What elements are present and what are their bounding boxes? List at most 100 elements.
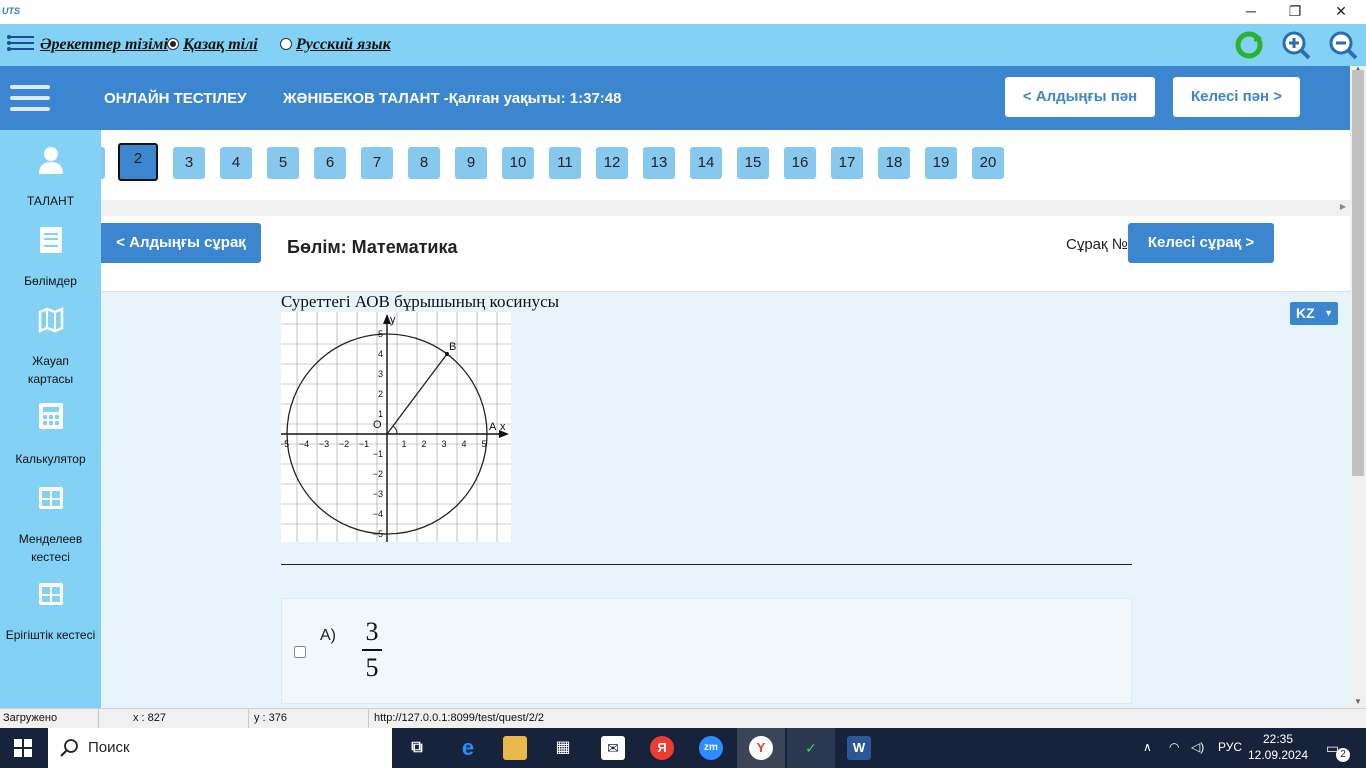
sidebar-item-answer-map[interactable]: Жауап картасы (0, 306, 101, 388)
answer-option-a[interactable]: A) 3 5 (281, 598, 1132, 704)
question-button[interactable]: 12 (596, 147, 628, 179)
close-button[interactable]: ✕ (1318, 0, 1364, 22)
question-button[interactable]: 9 (455, 147, 487, 179)
volume-icon[interactable]: ◁) (1191, 740, 1204, 754)
sidebar-item-label: Жауап картасы (27, 354, 74, 386)
sidebar-item-sections[interactable]: Бөлімдер (0, 226, 101, 290)
question-button[interactable]: 15 (737, 147, 769, 179)
sidebar-item-user[interactable]: ТАЛАНТ (0, 146, 101, 210)
status-separator (98, 709, 99, 729)
sidebar-item-calculator[interactable]: Калькулятор (0, 402, 101, 468)
next-subject-button[interactable]: Келесі пән > (1173, 77, 1300, 117)
search-label: Поиск (88, 739, 130, 756)
question-button[interactable]: 13 (643, 147, 675, 179)
x-tick-label: 2 (421, 439, 426, 449)
chevron-down-icon: ▼ (1324, 308, 1333, 318)
lang-kz-label[interactable]: Қазақ тілі (183, 36, 258, 54)
test-app-icon[interactable]: ✓ (799, 736, 823, 760)
status-url: http://127.0.0.1:8099/test/quest/2/2 (374, 712, 545, 724)
minimize-button[interactable]: ─ (1228, 0, 1274, 22)
y-tick-label: 5 (378, 329, 383, 339)
zoom-icon[interactable]: zm (699, 736, 723, 760)
question-button[interactable]: 14 (690, 147, 722, 179)
zoom-in-icon[interactable] (1281, 30, 1311, 60)
x-tick-label: 1 (401, 439, 406, 449)
yandex-icon[interactable]: Я (650, 736, 674, 760)
vertical-scrollbar[interactable]: ▲ ▼ (1350, 64, 1366, 708)
list-icon[interactable] (7, 35, 34, 54)
x-tick-label: −5 (281, 439, 289, 449)
sidebar-item-mendeleev[interactable]: Менделеев кестесі (0, 484, 101, 566)
task-view-icon[interactable]: ⧉ (405, 736, 429, 760)
fraction-numerator: 3 (365, 617, 379, 646)
question-content: Суреттегі АОВ бұрышының косинусы −5 −4 −3−… (101, 292, 1350, 708)
question-button[interactable]: 10 (502, 147, 534, 179)
language-select-value: KZ (1296, 305, 1315, 321)
status-separator (368, 709, 369, 729)
prev-question-button[interactable]: < Алдыңғы сұрақ (101, 223, 261, 263)
chevron-up-icon[interactable]: ∧ (1143, 740, 1152, 754)
prev-subject-button[interactable]: < Алдыңғы пән (1005, 77, 1155, 117)
lang-ru-radio[interactable] (280, 38, 292, 50)
scrollbar-thumb[interactable] (1352, 70, 1364, 476)
horizontal-scrollbar[interactable]: ▶ (101, 200, 1350, 216)
lang-kz-radio[interactable] (167, 38, 179, 50)
store-icon[interactable]: ▦ (551, 736, 575, 760)
hamburger-icon[interactable] (10, 85, 50, 111)
restore-button[interactable]: ❐ (1272, 0, 1318, 22)
answer-fraction: 3 5 (362, 617, 382, 683)
book-icon (38, 226, 64, 254)
map-icon (38, 306, 64, 334)
question-button[interactable]: 16 (784, 147, 816, 179)
question-button-current[interactable]: 2 (118, 143, 158, 181)
question-button[interactable]: 20 (972, 147, 1004, 179)
refresh-icon[interactable] (1234, 30, 1264, 60)
scroll-down-icon[interactable]: ▼ (1354, 697, 1362, 706)
question-button-1[interactable] (101, 147, 105, 179)
word-icon[interactable]: W (847, 736, 871, 760)
scroll-right-icon[interactable]: ▶ (1340, 202, 1346, 211)
zoom-out-icon[interactable] (1328, 30, 1358, 60)
y-tick-label: −5 (373, 529, 383, 539)
lang-ru-label[interactable]: Русский язык (296, 36, 391, 54)
windows-start-icon[interactable] (14, 739, 32, 757)
mail-icon[interactable]: ✉ (601, 736, 625, 760)
sidebar-item-solubility[interactable]: Ерігіштік кестесі (0, 580, 101, 644)
question-button[interactable]: 7 (361, 147, 393, 179)
question-button[interactable]: 8 (408, 147, 440, 179)
next-question-button[interactable]: Келесі сұрақ > (1128, 223, 1274, 263)
actions-list-link[interactable]: Әрекеттер тізімі (40, 36, 168, 54)
language-select[interactable]: KZ ▼ (1290, 302, 1338, 325)
point-a-label: A (489, 421, 497, 433)
yandex-browser-icon[interactable]: Y (749, 736, 773, 760)
network-icon[interactable]: ◠ (1169, 740, 1179, 754)
question-button[interactable]: 18 (878, 147, 910, 179)
notification-count: 2 (1336, 748, 1350, 762)
y-tick-label: −4 (373, 509, 383, 519)
question-button[interactable]: 5 (267, 147, 299, 179)
fraction-bar (362, 649, 382, 651)
question-button[interactable]: 3 (173, 147, 205, 179)
status-bar: Загружено x : 827 y : 376 http://127.0.0… (0, 708, 1366, 729)
taskbar-clock[interactable]: 22:35 12.09.2024 (1248, 731, 1308, 763)
x-tick-label: −3 (319, 439, 329, 449)
question-button[interactable]: 11 (549, 147, 581, 179)
sidebar-item-label: ТАЛАНТ (26, 194, 75, 208)
divider (281, 564, 1132, 565)
app-header: ОНЛАЙН ТЕСТІЛЕУ ЖӘНІБЕКОВ ТАЛАНТ -Қалған… (0, 66, 1350, 130)
toolbar: Әрекеттер тізімі Қазақ тілі Русский язык (0, 24, 1366, 66)
x-tick-label: −4 (299, 439, 309, 449)
y-tick-label: −3 (373, 489, 383, 499)
edge-icon[interactable]: e (456, 736, 480, 760)
input-language[interactable]: РУС (1218, 740, 1242, 754)
y-tick-label: 4 (378, 349, 383, 359)
question-button[interactable]: 19 (925, 147, 957, 179)
y-tick-label: 3 (378, 369, 383, 379)
question-button[interactable]: 4 (220, 147, 252, 179)
question-text: Суреттегі АОВ бұрышының косинусы (281, 292, 560, 311)
question-button[interactable]: 17 (831, 147, 863, 179)
question-button[interactable]: 6 (314, 147, 346, 179)
answer-checkbox[interactable] (294, 646, 306, 658)
taskbar-search[interactable]: Поиск (48, 728, 392, 768)
file-explorer-icon[interactable] (503, 736, 527, 760)
